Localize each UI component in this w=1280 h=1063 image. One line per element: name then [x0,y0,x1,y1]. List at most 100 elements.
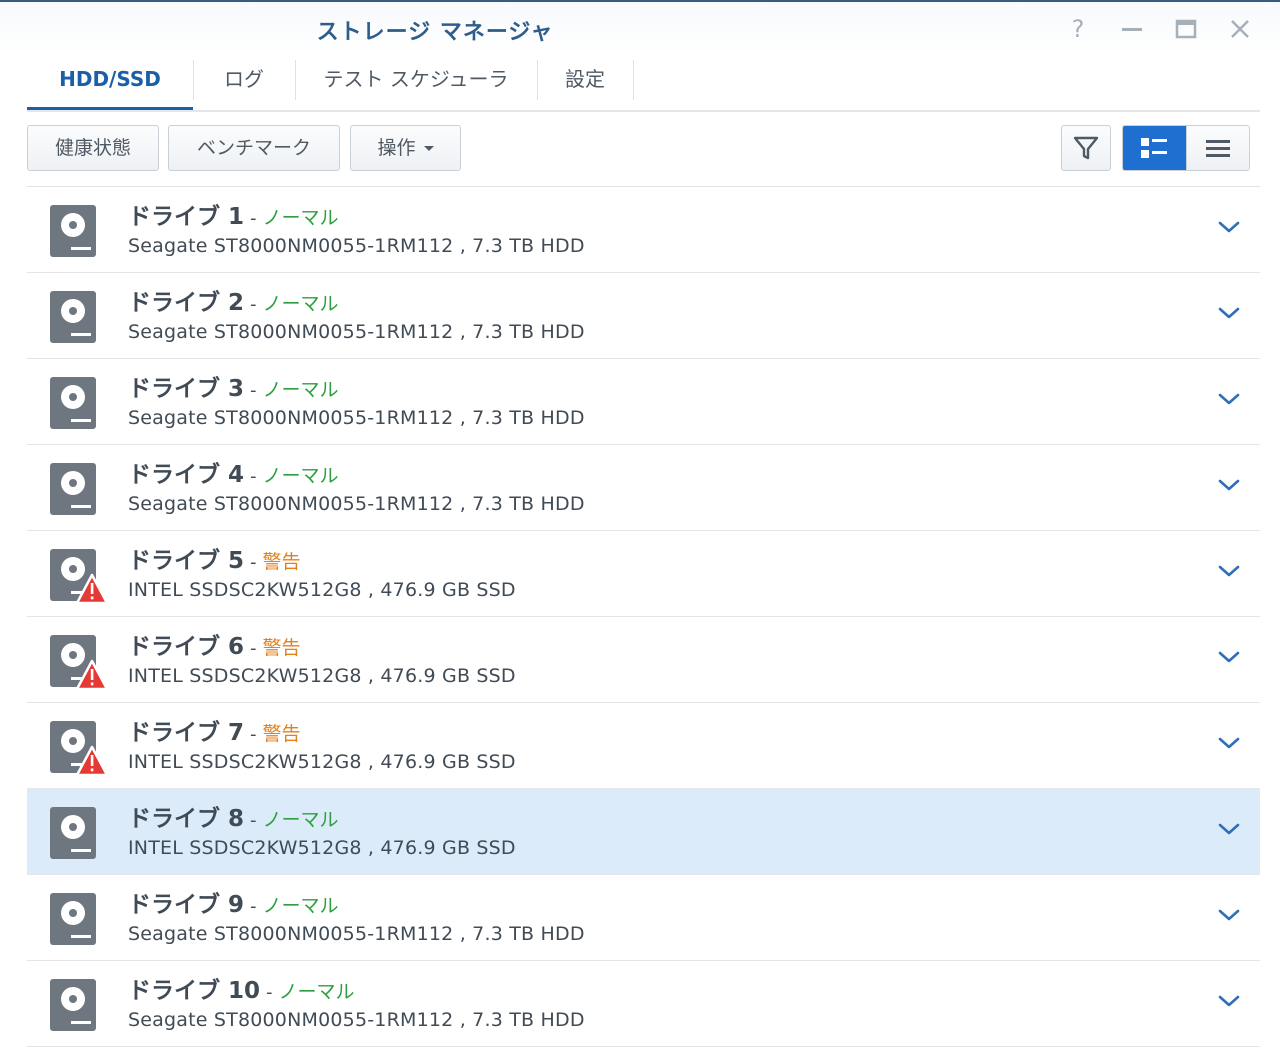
chevron-down-icon[interactable] [1217,821,1241,837]
filter-icon [1073,136,1099,160]
drive-row[interactable]: ドライブ 4- ノーマル Seagate ST8000NM0055-1RM112 … [27,445,1260,531]
disk-icon [50,291,96,343]
drive-status: ノーマル [262,895,339,917]
minimize-icon [1122,28,1142,31]
chevron-down-icon[interactable] [1217,219,1241,235]
disk-icon [50,807,96,859]
chevron-down-icon[interactable] [1217,391,1241,407]
drive-status: ノーマル [262,809,339,831]
drive-icon [49,977,99,1033]
drive-name: ドライブ 4 [128,462,245,488]
drive-description: INTEL SSDSC2KW512G8 , 476.9 GB SSD [128,665,516,687]
drive-row[interactable]: ドライブ 9- ノーマル Seagate ST8000NM0055-1RM112 … [27,875,1260,961]
tab-settings[interactable]: 設定 [537,60,634,100]
drive-name: ドライブ 9 [128,892,245,918]
drive-status: ノーマル [262,207,339,229]
drive-description: INTEL SSDSC2KW512G8 , 476.9 GB SSD [128,837,516,859]
drive-title: ドライブ 1- ノーマル [128,197,339,231]
maximize-icon [1175,19,1197,39]
chevron-down-icon[interactable] [1217,649,1241,665]
disk-icon [50,377,96,429]
drive-title: ドライブ 3- ノーマル [128,369,339,403]
filter-button[interactable] [1061,125,1111,171]
drive-name: ドライブ 8 [128,806,245,832]
drive-row[interactable]: ドライブ 1- ノーマル Seagate ST8000NM0055-1RM112 … [27,187,1260,273]
drive-title: ドライブ 9- ノーマル [128,885,339,919]
caret-down-icon [423,146,434,151]
drive-separator: - [250,208,257,229]
drive-status: 警告 [262,723,301,745]
close-icon [1231,20,1249,38]
drive-icon [49,461,99,517]
disk-warning-icon [50,549,109,605]
drive-status: 警告 [262,637,301,659]
drive-row[interactable]: ドライブ 5- 警告 INTEL SSDSC2KW512G8 , 476.9 GB… [27,531,1260,617]
drive-name: ドライブ 3 [128,376,245,402]
active-tab-indicator [27,107,193,110]
drive-description: Seagate ST8000NM0055-1RM112 , 7.3 TB HDD [128,321,585,343]
chevron-down-icon[interactable] [1217,907,1241,923]
view-toggle [1122,125,1250,171]
chevron-down-icon[interactable] [1217,563,1241,579]
chevron-down-icon[interactable] [1217,305,1241,321]
drive-separator: - [250,638,257,659]
disk-warning-icon [50,635,109,691]
drive-title: ドライブ 6- 警告 [128,627,301,661]
drive-name: ドライブ 5 [128,548,245,574]
action-dropdown-button[interactable]: 操作 [350,125,461,171]
drive-description: Seagate ST8000NM0055-1RM112 , 7.3 TB HDD [128,1009,585,1031]
detail-list-view-button[interactable] [1123,126,1186,170]
drive-separator: - [250,466,257,487]
drive-icon [49,891,99,947]
drive-row[interactable]: ドライブ 7- 警告 INTEL SSDSC2KW512G8 , 476.9 GB… [27,703,1260,789]
tab-log[interactable]: ログ [193,60,296,100]
drive-description: Seagate ST8000NM0055-1RM112 , 7.3 TB HDD [128,493,585,515]
drive-row[interactable]: ドライブ 3- ノーマル Seagate ST8000NM0055-1RM112 … [27,359,1260,445]
drive-status: ノーマル [262,379,339,401]
drive-name: ドライブ 10 [128,978,261,1004]
health-status-button[interactable]: 健康状態 [27,125,159,171]
drive-row[interactable]: ドライブ 8- ノーマル INTEL SSDSC2KW512G8 , 476.9 … [27,789,1260,875]
drive-status: ノーマル [262,293,339,315]
drive-description: Seagate ST8000NM0055-1RM112 , 7.3 TB HDD [128,407,585,429]
drive-description: INTEL SSDSC2KW512G8 , 476.9 GB SSD [128,751,516,773]
disk-icon [50,893,96,945]
drive-title: ドライブ 7- 警告 [128,713,301,747]
drive-separator: - [250,294,257,315]
drive-icon [49,289,99,345]
compact-list-view-button[interactable] [1185,126,1249,170]
close-button[interactable] [1225,14,1255,44]
drive-title: ドライブ 4- ノーマル [128,455,339,489]
title-bar[interactable]: ストレージ マネージャ ? [0,2,1280,54]
chevron-down-icon[interactable] [1217,993,1241,1009]
drive-icon [49,375,99,431]
compact-list-view-icon [1205,140,1230,157]
drive-row[interactable]: ドライブ 6- 警告 INTEL SSDSC2KW512G8 , 476.9 GB… [27,617,1260,703]
help-button[interactable]: ? [1063,14,1093,44]
tab-test-scheduler[interactable]: テスト スケジューラ [295,60,538,100]
chevron-down-icon[interactable] [1217,477,1241,493]
drive-separator: - [250,810,257,831]
drive-icon [49,719,109,777]
window-title: ストレージ マネージャ [316,20,554,45]
action-label: 操作 [377,137,416,159]
drive-separator: - [250,380,257,401]
drive-separator: - [250,896,257,917]
drive-name: ドライブ 6 [128,634,245,660]
drive-description: INTEL SSDSC2KW512G8 , 476.9 GB SSD [128,579,516,601]
help-icon: ? [1071,15,1085,43]
drive-row[interactable]: ドライブ 2- ノーマル Seagate ST8000NM0055-1RM112 … [27,273,1260,359]
drive-icon [49,805,99,861]
drive-name: ドライブ 2 [128,290,245,316]
maximize-button[interactable] [1171,14,1201,44]
drive-row[interactable]: ドライブ 10- ノーマル Seagate ST8000NM0055-1RM112… [27,961,1260,1047]
detail-list-view-icon [1141,138,1168,158]
tab-hdd-ssd[interactable]: HDD/SSD [27,60,194,100]
drive-icon [49,203,99,259]
benchmark-button[interactable]: ベンチマーク [168,125,340,171]
chevron-down-icon[interactable] [1217,735,1241,751]
drive-status: ノーマル [262,465,339,487]
drive-status: 警告 [262,551,301,573]
drive-separator: - [250,724,257,745]
minimize-button[interactable] [1117,14,1147,44]
